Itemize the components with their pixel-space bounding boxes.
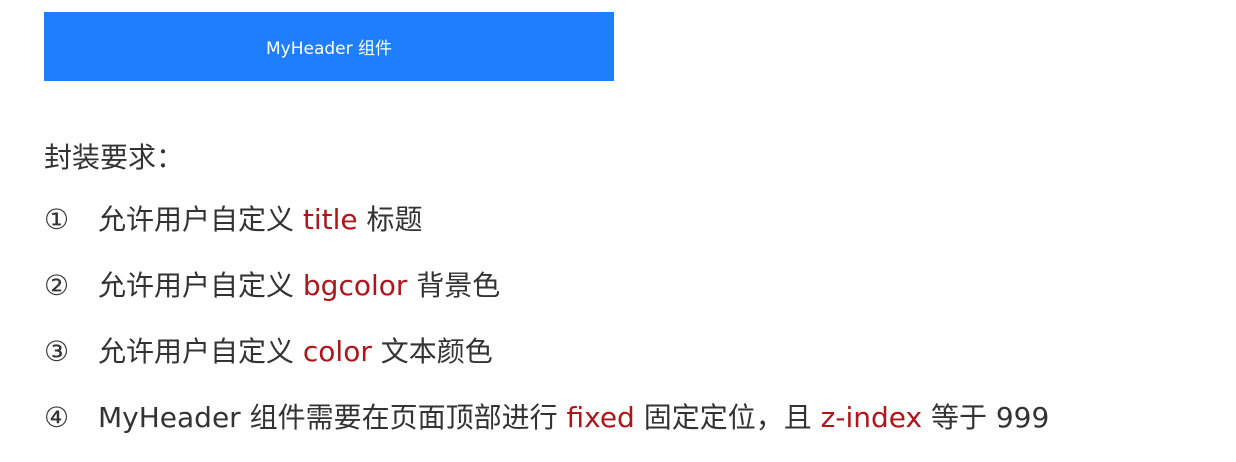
requirement-text: 文本颜色: [371, 335, 493, 368]
requirement-text: 标题: [357, 203, 423, 236]
section-title: 封装要求：: [44, 141, 185, 174]
requirement-number: ④: [44, 401, 70, 434]
requirement-item-2: ② 允许用户自定义 bgcolor 背景色: [44, 264, 1049, 330]
requirement-text: 允许用户自定义: [98, 203, 303, 236]
requirement-keyword: title: [302, 203, 358, 236]
requirement-keyword: color: [302, 335, 372, 368]
requirement-item-3: ③ 允许用户自定义 color 文本颜色: [44, 330, 1049, 396]
requirement-keyword: bgcolor: [302, 269, 408, 302]
myheader-demo-bar: MyHeader 组件: [44, 12, 614, 81]
requirement-number: ②: [44, 269, 70, 302]
requirement-number: ①: [44, 203, 70, 236]
requirement-text: 允许用户自定义: [98, 335, 303, 368]
requirement-text: 固定定位，且: [634, 401, 821, 434]
requirement-keyword: fixed: [566, 401, 635, 434]
myheader-demo-label: MyHeader 组件: [265, 39, 393, 59]
requirement-text: MyHeader 组件需要在页面顶部进行: [98, 401, 567, 434]
requirement-item-4: ④ MyHeader 组件需要在页面顶部进行 fixed 固定定位，且 z-in…: [44, 396, 1049, 462]
requirement-text: 背景色: [407, 269, 501, 302]
requirement-text: 等于 999: [922, 401, 1050, 434]
requirement-number: ③: [44, 335, 70, 368]
requirement-item-1: ① 允许用户自定义 title 标题: [44, 198, 1049, 264]
requirement-text: 允许用户自定义: [98, 269, 303, 302]
requirement-keyword: z-index: [820, 401, 923, 434]
requirements-list: ① 允许用户自定义 title 标题 ② 允许用户自定义 bgcolor 背景色…: [44, 198, 1049, 462]
slide-page: MyHeader 组件 封装要求： ① 允许用户自定义 title 标题 ② 允…: [0, 0, 1236, 462]
